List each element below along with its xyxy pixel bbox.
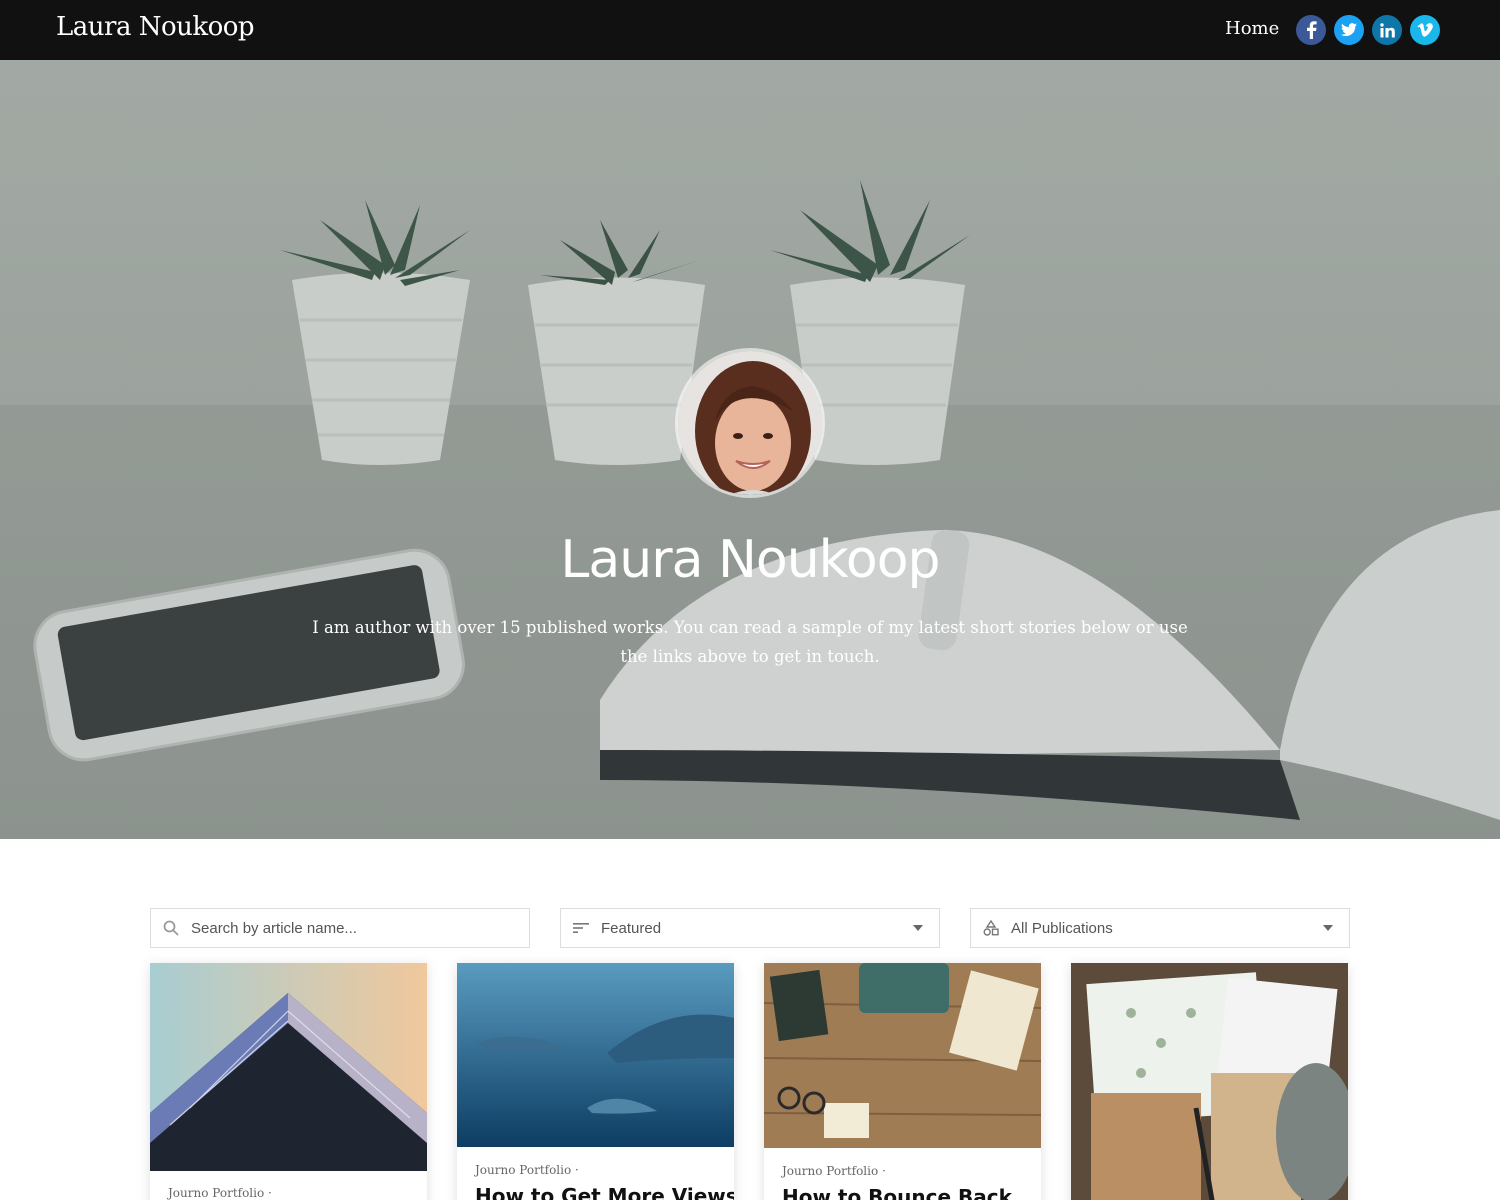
sort-value: Featured — [601, 919, 662, 937]
linkedin-icon[interactable] — [1372, 15, 1402, 45]
chevron-down-icon — [1323, 925, 1333, 931]
facebook-icon[interactable] — [1296, 15, 1326, 45]
publication-value: All Publications — [1011, 919, 1113, 937]
card-title[interactable]: How to Bounce Back — [782, 1185, 1012, 1200]
nav-home-link[interactable]: Home — [1225, 18, 1279, 39]
search-icon — [151, 920, 191, 936]
author-name: Laura Noukoop — [560, 530, 940, 590]
vimeo-icon[interactable] — [1410, 15, 1440, 45]
article-image — [764, 963, 1041, 1148]
site-brand[interactable]: Laura Noukoop — [56, 12, 255, 42]
search-input[interactable] — [191, 919, 511, 937]
article-image — [457, 963, 734, 1147]
article-card[interactable]: Journo Portfolio · How to Get More Views — [457, 963, 734, 1200]
card-publication: Journo Portfolio · — [475, 1163, 579, 1177]
publication-dropdown[interactable]: All Publications — [970, 908, 1350, 948]
article-image — [150, 963, 427, 1171]
article-image — [1071, 963, 1348, 1200]
card-publication: Journo Portfolio · — [782, 1164, 886, 1178]
card-publication: Journo Portfolio · — [168, 1186, 272, 1200]
hero-banner: Laura Noukoop I am author with over 15 p… — [0, 60, 1500, 839]
article-card[interactable]: Journo Portfolio · How to Bounce Back — [764, 963, 1041, 1200]
article-card[interactable] — [1071, 963, 1348, 1200]
search-field[interactable] — [150, 908, 530, 948]
sort-icon — [561, 922, 601, 934]
twitter-icon[interactable] — [1334, 15, 1364, 45]
top-navbar: Laura Noukoop Home — [0, 0, 1500, 60]
sort-dropdown[interactable]: Featured — [560, 908, 940, 948]
author-avatar — [675, 348, 825, 498]
chevron-down-icon — [913, 925, 923, 931]
shapes-icon — [971, 920, 1011, 936]
card-title[interactable]: How to Get More Views — [475, 1184, 734, 1200]
article-card[interactable]: Journo Portfolio · — [150, 963, 427, 1200]
author-bio: I am author with over 15 published works… — [312, 618, 1188, 666]
